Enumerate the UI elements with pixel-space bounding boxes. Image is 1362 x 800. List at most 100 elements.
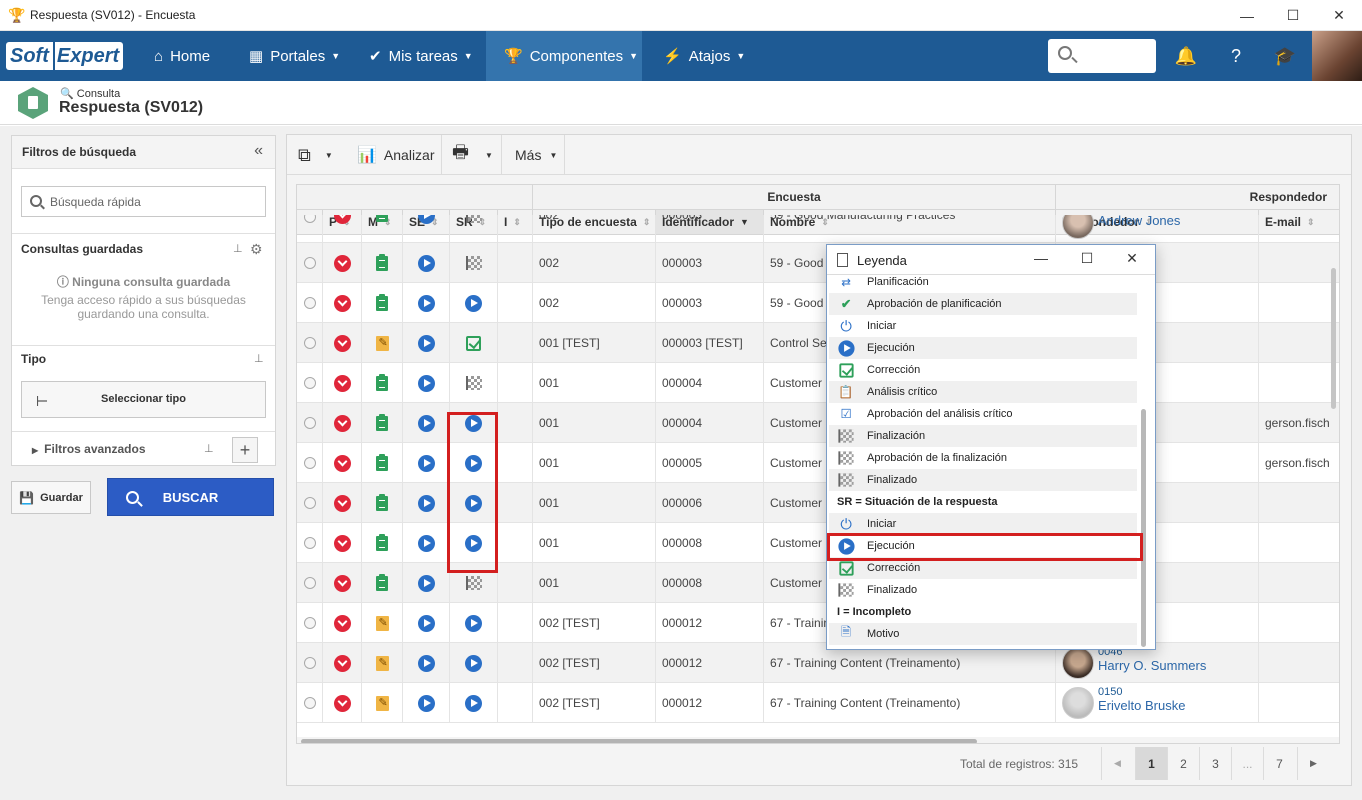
scrollbar-thumb[interactable] — [301, 739, 977, 743]
clipboard-icon — [376, 413, 388, 431]
row-select-radio[interactable] — [303, 457, 316, 469]
bell-icon[interactable]: 🔔 — [1174, 44, 1198, 68]
search-button-label: BUSCAR — [162, 489, 219, 505]
cell-i — [498, 243, 533, 283]
cell-resp: Andrew Jones — [1056, 215, 1259, 243]
legend-item-label: Planificación — [867, 276, 929, 288]
minimize-button[interactable]: — — [1224, 0, 1270, 31]
cell-text: Customer S — [770, 536, 834, 550]
legend-item-label: Iniciar — [867, 518, 897, 530]
vertical-scrollbar[interactable] — [1331, 268, 1336, 409]
table-row[interactable]: 002 [TEST] 000012 67 - Training Content (T… — [297, 643, 1339, 683]
nav-componentes-label: Componentes — [529, 47, 624, 65]
more-menu-button[interactable]: Más ▼ — [515, 135, 557, 175]
bolt-icon: ⚡ — [663, 48, 682, 65]
respondent-name[interactable]: Andrew Jones — [1098, 215, 1180, 228]
print-button[interactable]: 🖶 ▼ — [452, 135, 493, 175]
row-select-radio[interactable] — [303, 297, 316, 309]
cell-se — [403, 523, 450, 563]
save-query-button[interactable]: 💾 Guardar — [11, 481, 91, 514]
row-select-radio[interactable] — [303, 417, 316, 429]
play-icon — [465, 694, 482, 712]
maximize-button[interactable]: ☐ — [1077, 250, 1097, 270]
row-select-radio[interactable] — [303, 497, 316, 509]
maximize-button[interactable]: ☐ — [1270, 0, 1316, 31]
page-7-button[interactable]: 7 — [1263, 747, 1295, 780]
table-row[interactable]: 002 [TEST] 000012 67 - Training Content (T… — [297, 683, 1339, 723]
priority-icon — [333, 614, 351, 632]
table-row[interactable]: 002 [TEST]00001267 - Traininn — [297, 603, 1339, 643]
nav-mis-tareas-label: Mis tareas — [388, 47, 458, 65]
respondent-name[interactable]: Harry O. Summers — [1098, 658, 1206, 673]
divider — [12, 345, 275, 346]
advanced-filters-toggle[interactable]: ▶ Filtros avanzados — [32, 442, 146, 456]
page-2-button[interactable]: 2 — [1167, 747, 1199, 780]
page-3-button[interactable]: 3 — [1199, 747, 1231, 780]
row-select-radio[interactable] — [303, 337, 316, 349]
check-icon-glyph — [838, 560, 854, 576]
cell-text: Customer S — [770, 576, 834, 590]
quick-search-input[interactable]: Búsqueda rápida — [21, 186, 266, 217]
cell-tipo: 002 [TEST] — [533, 643, 656, 683]
nav-componentes[interactable]: 🏆 Componentes ▼ — [486, 31, 642, 81]
legend-item-label: Motivo — [867, 628, 900, 640]
table-row[interactable]: 00200000359 - GoodSummers — [297, 243, 1339, 283]
legend-scrollbar[interactable] — [1141, 409, 1146, 647]
row-select-radio[interactable] — [303, 215, 316, 223]
global-search-input[interactable] — [1048, 39, 1156, 73]
gear-icon[interactable]: ⚙ — [250, 242, 264, 256]
cell-se — [403, 323, 450, 363]
cell-sel — [297, 363, 323, 403]
pin-icon[interactable]: ⊥ — [254, 352, 264, 365]
cell-text: 002 [TEST] — [539, 616, 600, 630]
filter-panel-title: Filtros de búsqueda — [22, 145, 137, 159]
legend-item: Corrección — [829, 359, 1137, 381]
table-row[interactable]: 001 [TEST]000003 [TEST]Control SeTooby — [297, 323, 1339, 363]
cell-se — [403, 603, 450, 643]
prev-page-button[interactable]: ◀ — [1101, 747, 1133, 780]
clipboard-icon — [376, 493, 388, 511]
nav-mis-tareas[interactable]: ✔ Mis tareas ▼ — [369, 31, 473, 81]
horizontal-scrollbar[interactable] — [297, 737, 1339, 743]
cell-id: 000003 [TEST] — [656, 323, 764, 363]
cell-id: 000008 — [656, 563, 764, 603]
help-icon[interactable]: ? — [1224, 44, 1248, 68]
pin-icon[interactable]: ⊥ — [204, 442, 214, 455]
cell-p — [323, 403, 362, 443]
analyze-button[interactable]: 📊 Analizar — [357, 135, 435, 175]
advanced-filters-label: Filtros avanzados — [44, 442, 146, 456]
row-select-radio[interactable] — [303, 657, 316, 669]
user-avatar[interactable] — [1312, 31, 1362, 81]
cell-sel — [297, 215, 323, 243]
respondent-name[interactable]: Erivelto Bruske — [1098, 698, 1185, 713]
flag-green-icon — [836, 451, 857, 465]
table-row[interactable]: 00200000359 - Goodown — [297, 283, 1339, 323]
row-select-radio[interactable] — [303, 697, 316, 709]
search-button[interactable]: BUSCAR — [107, 478, 274, 516]
graduation-cap-icon[interactable]: 🎓 — [1273, 44, 1297, 68]
collapse-panel-icon[interactable]: « — [254, 142, 263, 160]
close-button[interactable]: ✕ — [1316, 0, 1362, 31]
nav-portales[interactable]: ▦ Portales ▼ — [249, 31, 340, 81]
caret-down-icon: ▼ — [463, 51, 473, 61]
table-row[interactable]: 002 000003 59 - Good Manufacturing Practic… — [297, 215, 1339, 243]
nav-atajos[interactable]: ⚡ Atajos ▼ — [663, 31, 745, 81]
add-filter-button[interactable]: + — [232, 437, 258, 463]
row-select-radio[interactable] — [303, 577, 316, 589]
nav-home[interactable]: ⌂ Home — [154, 31, 210, 81]
minimize-button[interactable]: — — [1031, 250, 1051, 270]
row-select-radio[interactable] — [303, 537, 316, 549]
row-select-radio[interactable] — [303, 617, 316, 629]
pin-icon[interactable]: ⊥ — [233, 242, 243, 255]
next-page-button[interactable]: ▶ — [1297, 747, 1329, 780]
page-1-button[interactable]: 1 — [1135, 747, 1167, 780]
row-select-radio[interactable] — [303, 257, 316, 269]
select-type-button[interactable]: ⊢ Seleccionar tipo — [21, 381, 266, 418]
view-button[interactable]: ⧉ ▼ — [298, 135, 333, 175]
table-row[interactable]: 001 000004 Customer S — [297, 363, 1339, 403]
check-icon-glyph — [838, 362, 854, 378]
survey-response-icon — [18, 87, 48, 119]
close-button[interactable]: ✕ — [1122, 250, 1142, 270]
row-select-radio[interactable] — [303, 377, 316, 389]
softexpert-logo[interactable]: Soft Expert — [6, 42, 124, 70]
